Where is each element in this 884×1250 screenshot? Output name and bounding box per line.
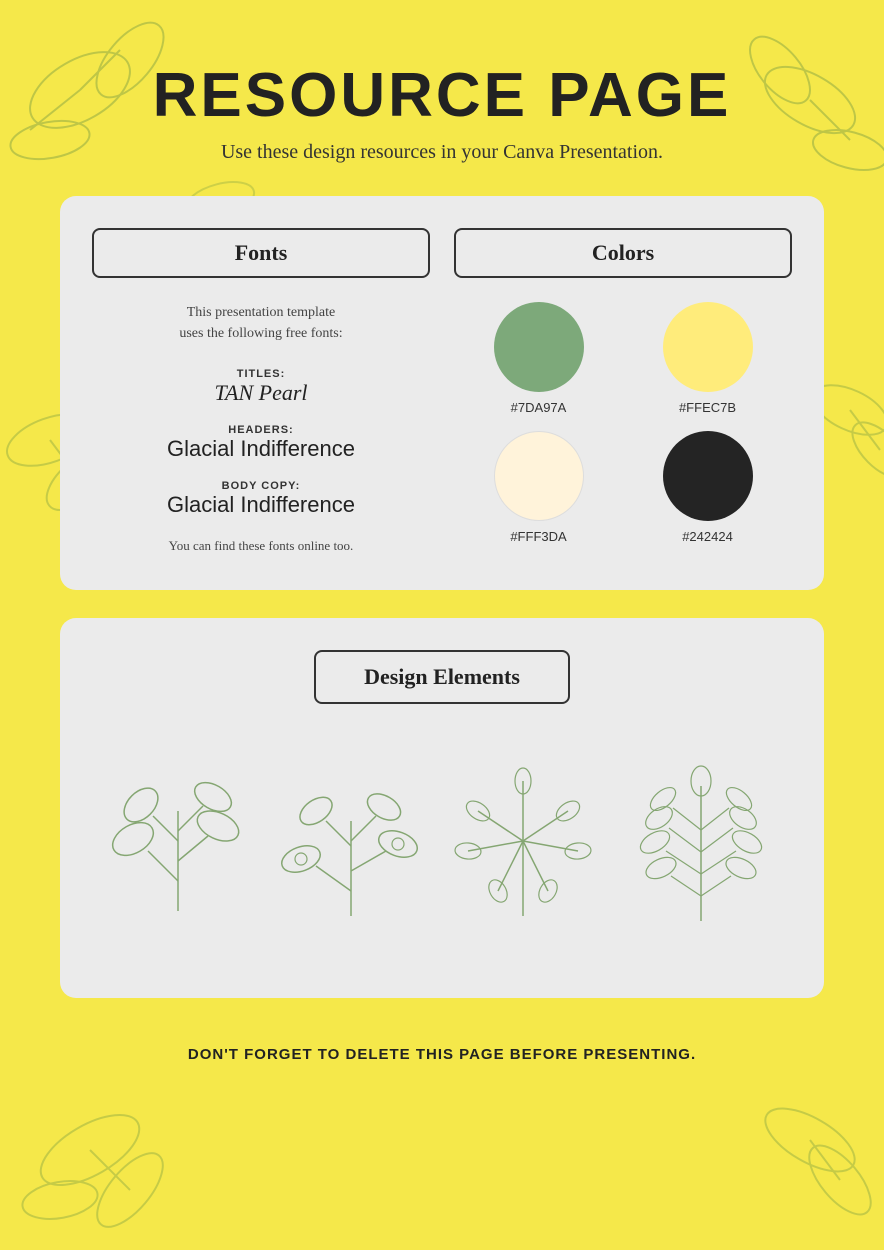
fonts-section: Fonts This presentation template uses th… <box>92 228 430 554</box>
titles-font: TAN Pearl <box>92 380 430 406</box>
color-code-cream: #FFF3DA <box>510 529 566 544</box>
font-note: You can find these fonts online too. <box>92 538 430 554</box>
color-code-green: #7DA97A <box>511 400 567 415</box>
color-swatch-cream <box>494 431 584 521</box>
titles-label: TITLES: <box>92 368 430 380</box>
color-item-yellow: #FFEC7B <box>663 302 753 415</box>
body-font: Glacial Indifference <box>92 492 430 518</box>
design-elements-card: Design Elements <box>60 618 824 998</box>
font-intro: This presentation template uses the foll… <box>92 302 430 344</box>
color-swatch-green <box>494 302 584 392</box>
color-item-green: #7DA97A <box>494 302 584 415</box>
color-item-cream: #FFF3DA <box>494 431 584 544</box>
leaf-illustration-2 <box>276 761 426 921</box>
color-swatch-dark <box>663 431 753 521</box>
fonts-colors-card: Fonts This presentation template uses th… <box>60 196 824 590</box>
color-code-dark: #242424 <box>682 529 733 544</box>
page-title: RESOURCE PAGE <box>60 60 824 131</box>
headers-font: Glacial Indifference <box>92 436 430 462</box>
design-elements-heading: Design Elements <box>314 650 570 704</box>
leaf-illustration-4 <box>621 756 781 926</box>
page-subtitle: Use these design resources in your Canva… <box>60 141 824 164</box>
body-label: BODY COPY: <box>92 480 430 492</box>
colors-heading: Colors <box>454 228 792 278</box>
headers-label: HEADERS: <box>92 424 430 436</box>
leaf-illustration-3 <box>448 761 598 921</box>
fonts-heading: Fonts <box>92 228 430 278</box>
color-item-dark: #242424 <box>663 431 753 544</box>
leaf-illustration-1 <box>103 761 253 921</box>
footer-note: DON'T FORGET TO DELETE THIS PAGE BEFORE … <box>60 1046 824 1063</box>
leaf-illustrations <box>92 736 792 966</box>
colors-section: Colors #7DA97A #FFEC7B #FFF3DA <box>454 228 792 544</box>
color-code-yellow: #FFEC7B <box>679 400 736 415</box>
color-grid: #7DA97A #FFEC7B #FFF3DA #242424 <box>454 302 792 544</box>
color-swatch-yellow <box>663 302 753 392</box>
